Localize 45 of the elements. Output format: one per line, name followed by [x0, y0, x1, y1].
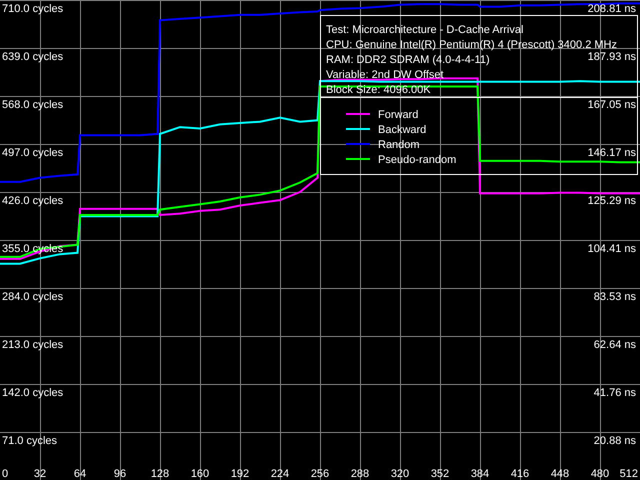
- x-axis-label: 352: [430, 468, 450, 480]
- x-axis-label: 384: [470, 468, 490, 480]
- info-text: CPU: Genuine Intel(R) Pentium(R) 4 (Prescott) 3400.2 MHz: [326, 39, 617, 51]
- y-axis-label: 62.64 ns: [594, 339, 636, 351]
- y-axis-label: 187.93 ns: [588, 51, 636, 63]
- legend-label: Forward: [378, 109, 418, 121]
- y-axis-label: 146.17 ns: [588, 147, 636, 159]
- y-axis-label: 125.29 ns: [588, 195, 636, 207]
- y-axis-label: 41.76 ns: [594, 387, 636, 399]
- x-axis-label: 32: [34, 468, 46, 480]
- x-axis-label: 160: [190, 468, 210, 480]
- x-axis-label: 256: [310, 468, 330, 480]
- y-axis-label: 142.0 cycles: [2, 387, 64, 399]
- x-axis-label: 96: [114, 468, 126, 480]
- x-axis-label: 448: [550, 468, 570, 480]
- y-axis-label: 639.0 cycles: [2, 51, 64, 63]
- y-axis-label: 167.05 ns: [588, 99, 636, 111]
- y-axis-label: 426.0 cycles: [2, 195, 64, 207]
- legend-label: Random: [378, 139, 420, 151]
- x-axis-label: 224: [270, 468, 290, 480]
- x-axis-label: 480: [590, 468, 610, 480]
- x-axis-label: 192: [230, 468, 250, 480]
- y-axis-label: 568.0 cycles: [2, 99, 64, 111]
- x-axis-label: 128: [150, 468, 170, 480]
- legend-label: Pseudo-random: [378, 154, 456, 166]
- x-axis-label: 512: [620, 468, 638, 480]
- info-text: Variable: 2nd DW Offset: [326, 69, 444, 81]
- y-axis-label: 213.0 cycles: [2, 339, 64, 351]
- x-axis-label: 320: [390, 468, 410, 480]
- info-text: Test: Microarchitecture - D-Cache Arrival: [326, 24, 524, 36]
- y-axis-label: 284.0 cycles: [2, 291, 64, 303]
- y-axis-label: 104.41 ns: [588, 243, 636, 255]
- x-axis-label: 416: [510, 468, 530, 480]
- y-axis-label: 208.81 ns: [588, 3, 636, 15]
- y-axis-label: 20.88 ns: [594, 435, 636, 447]
- y-axis-label: 710.0 cycles: [2, 3, 64, 15]
- legend-label: Backward: [378, 124, 426, 136]
- y-axis-label: 497.0 cycles: [2, 147, 64, 159]
- info-text: RAM: DDR2 SDRAM (4.0-4-4-11): [326, 54, 490, 66]
- y-axis-label: 71.0 cycles: [2, 435, 58, 447]
- x-axis-label: 64: [74, 468, 86, 480]
- x-axis-label: 288: [350, 468, 370, 480]
- info-text: Block Size: 4096.00K: [326, 84, 431, 96]
- x-axis-label: 0: [2, 468, 8, 480]
- y-axis-label: 83.53 ns: [594, 291, 636, 303]
